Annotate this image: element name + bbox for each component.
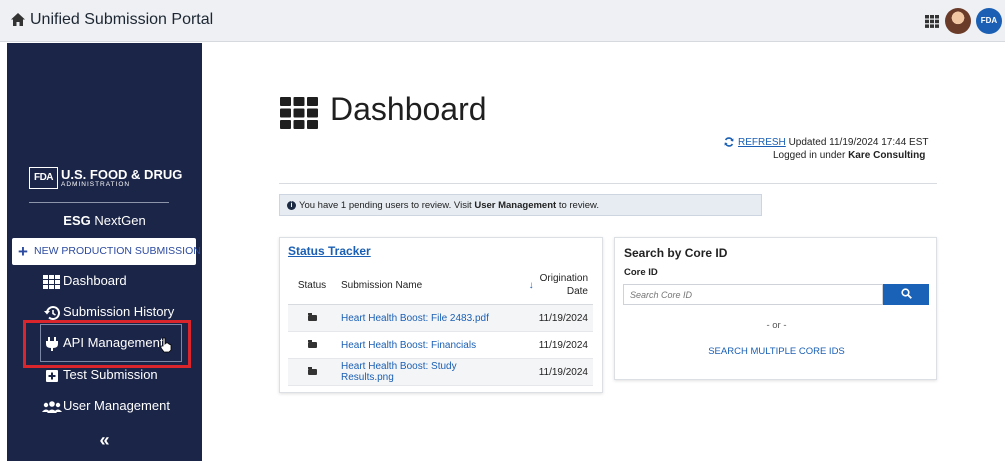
user-avatar[interactable] — [945, 8, 971, 34]
apps-grid-icon[interactable] — [925, 15, 939, 28]
submission-name-link[interactable]: Heart Health Boost: Financials — [336, 331, 506, 359]
updated-timestamp: Updated 11/19/2024 17:44 EST — [788, 137, 929, 148]
status-tracker-title[interactable]: Status Tracker — [288, 244, 371, 258]
alert-text-prefix: You have 1 pending users to review. Visi… — [299, 200, 475, 211]
home-icon[interactable] — [10, 12, 26, 28]
status-tracker-panel: Status Tracker Status Submission Name ↓ O… — [279, 237, 603, 393]
folder-icon — [307, 312, 317, 321]
plus-icon: + — [18, 242, 28, 261]
sidebar-item-user-management[interactable]: User Management — [42, 394, 170, 418]
fda-logo-sub: ADMINISTRATION — [61, 181, 131, 188]
divider — [279, 183, 937, 184]
fda-logo-mark: FDA — [29, 167, 58, 189]
core-id-label: Core ID — [624, 267, 658, 278]
sidebar-item-label: Dashboard — [63, 273, 127, 288]
date-header-line1: Origination — [539, 273, 588, 284]
sidebar-item-label: User Management — [63, 398, 170, 413]
users-icon — [42, 400, 62, 413]
date-header-line2: Date — [566, 286, 588, 297]
history-icon — [44, 305, 60, 320]
new-production-submission-button[interactable]: + NEW PRODUCTION SUBMISSION — [12, 238, 201, 265]
table-row[interactable]: Heart Health Boost: File 2483.pdf 11/19/… — [288, 304, 593, 332]
origination-date: 11/19/2024 — [506, 358, 593, 386]
sidebar-item-label: Test Submission — [63, 367, 158, 382]
top-bar: Unified Submission Portal FDA — [0, 0, 1005, 42]
submission-name-link[interactable]: Heart Health Boost: File 2483.pdf — [336, 304, 506, 332]
search-panel-title: Search by Core ID — [624, 246, 728, 260]
user-management-link[interactable]: User Management — [474, 200, 556, 211]
page-title: Dashboard — [330, 91, 487, 127]
sidebar-item-label: Submission History — [63, 304, 175, 319]
product-name-rest: NextGen — [90, 213, 146, 228]
info-icon: i — [287, 200, 296, 210]
fda-badge-icon[interactable]: FDA — [976, 8, 1002, 34]
search-button[interactable] — [883, 284, 929, 305]
table-row[interactable]: Heart Health Boost: Study Results.png 11… — [288, 358, 593, 386]
annotation-highlight-box — [23, 320, 191, 368]
plus-square-icon — [46, 369, 58, 382]
collapse-sidebar-button[interactable]: « — [7, 430, 202, 451]
fda-logo-name: U.S. FOOD & DRUG — [61, 167, 183, 182]
refresh-status: REFRESH Updated 11/19/2024 17:44 EST — [724, 137, 929, 148]
grid-icon — [43, 274, 60, 289]
table-header-row: Status Submission Name ↓ Origination Date — [288, 266, 593, 305]
pending-users-alert: i You have 1 pending users to review. Vis… — [279, 194, 762, 216]
status-cell — [288, 304, 336, 332]
sidebar: FDA U.S. FOOD & DRUG ADMINISTRATION ESG … — [7, 43, 202, 461]
logged-in-org-name: Kare Consulting — [848, 150, 926, 161]
column-header-origination-date[interactable]: ↓ Origination Date — [506, 266, 593, 305]
alert-text-suffix: to review. — [556, 200, 599, 211]
status-cell — [288, 331, 336, 359]
folder-icon — [307, 339, 317, 348]
table-row[interactable]: Heart Health Boost: Financials 11/19/202… — [288, 331, 593, 359]
status-cell — [288, 358, 336, 386]
folder-icon — [307, 366, 317, 375]
column-header-status[interactable]: Status — [288, 266, 336, 305]
status-tracker-table: Status Submission Name ↓Origination Date … — [288, 266, 593, 386]
core-id-search-input[interactable] — [623, 284, 883, 305]
product-name: ESG NextGen — [7, 213, 202, 228]
origination-date: 11/19/2024 — [506, 304, 593, 332]
origination-date: 11/19/2024 — [506, 331, 593, 359]
dashboard-grid-icon — [280, 97, 318, 129]
sort-down-icon: ↓ — [528, 279, 534, 291]
search-icon — [900, 288, 912, 299]
logged-in-org: Logged in under Kare Consulting — [773, 150, 925, 161]
search-core-id-panel: Search by Core ID Core ID - or - SEARCH … — [614, 237, 937, 380]
divider — [29, 202, 169, 203]
new-production-submission-label: NEW PRODUCTION SUBMISSION — [34, 245, 201, 257]
refresh-icon[interactable] — [724, 137, 734, 148]
or-separator: - or - — [766, 320, 787, 331]
logged-in-prefix: Logged in under — [773, 150, 849, 161]
search-multiple-core-ids-link[interactable]: SEARCH MULTIPLE CORE IDS — [615, 346, 938, 357]
refresh-link[interactable]: REFRESH — [738, 137, 786, 148]
column-header-submission-name[interactable]: Submission Name — [336, 266, 506, 305]
sidebar-item-dashboard[interactable]: Dashboard — [42, 269, 127, 293]
product-name-bold: ESG — [63, 213, 91, 228]
submission-name-link[interactable]: Heart Health Boost: Study Results.png — [336, 358, 506, 386]
app-title: Unified Submission Portal — [30, 11, 214, 28]
